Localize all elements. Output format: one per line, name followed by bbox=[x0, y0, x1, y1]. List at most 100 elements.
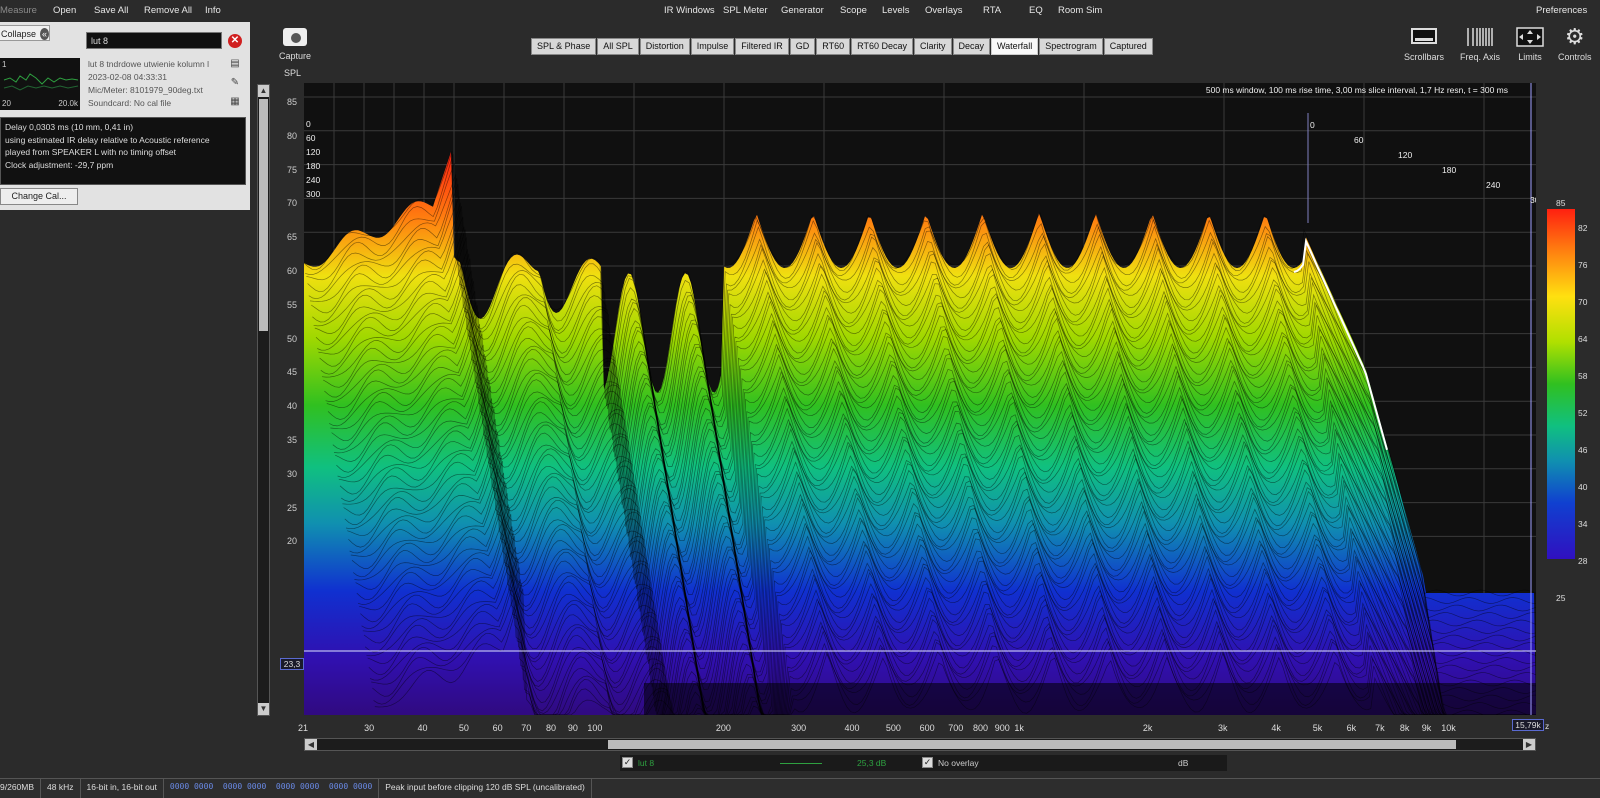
tab-decay[interactable]: Decay bbox=[952, 38, 991, 55]
vertical-scrollbar[interactable]: ▲ ▼ bbox=[257, 84, 270, 716]
menu-room-sim[interactable]: Room Sim bbox=[1058, 5, 1102, 16]
measurement-thumbnail[interactable]: 1 20 20.0k bbox=[0, 58, 80, 110]
menu-eq[interactable]: EQ bbox=[1029, 5, 1043, 16]
trace-name: lut 8 bbox=[638, 758, 655, 768]
y-tick-label: 30 bbox=[287, 468, 298, 479]
horizontal-scrollbar[interactable]: ◀ ▶ bbox=[304, 738, 1536, 751]
gear-icon: ⚙ bbox=[1564, 24, 1585, 49]
menu-measure[interactable]: Measure bbox=[0, 5, 37, 16]
x-tick-label: 90 bbox=[567, 723, 578, 733]
measurement-name-input[interactable] bbox=[86, 32, 222, 49]
tab-captured[interactable]: Captured bbox=[1103, 38, 1153, 55]
menu-ir-windows[interactable]: IR Windows bbox=[664, 5, 715, 16]
tab-filtered-ir[interactable]: Filtered IR bbox=[735, 38, 789, 55]
delay-line: Delay 0,0303 ms (10 mm, 0,41 in) bbox=[5, 122, 134, 132]
measurement-soundcard: Soundcard: No cal file bbox=[88, 98, 172, 108]
time-axis-label: 180 bbox=[306, 161, 321, 171]
capture-button[interactable]: Capture bbox=[275, 28, 315, 64]
camera-icon bbox=[283, 28, 307, 46]
overlay-checkbox[interactable]: ✓ bbox=[922, 757, 933, 768]
scroll-up-icon[interactable]: ▲ bbox=[258, 85, 269, 97]
waterfall-surface bbox=[304, 152, 1536, 715]
x-tick-label: 500 bbox=[885, 723, 901, 733]
tab-distortion[interactable]: Distortion bbox=[639, 38, 690, 55]
menu-overlays[interactable]: Overlays bbox=[925, 5, 962, 16]
scale-tick-label: 52 bbox=[1578, 408, 1588, 418]
menu-open[interactable]: Open bbox=[53, 5, 76, 16]
controls-label: Controls bbox=[1558, 52, 1592, 62]
y-tick-label: 60 bbox=[287, 266, 298, 276]
tab-spectrogram[interactable]: Spectrogram bbox=[1039, 38, 1103, 55]
scrollbars-icon bbox=[1409, 26, 1439, 48]
x-tick-label: 400 bbox=[844, 723, 860, 733]
y-tick-label: 55 bbox=[287, 299, 298, 310]
waterfall-floor bbox=[644, 683, 1536, 715]
waterfall-plot[interactable]: 500 ms window, 100 ms rise time, 3,00 ms… bbox=[304, 83, 1536, 715]
freq-axis-button[interactable]: Freq. Axis bbox=[1460, 26, 1500, 62]
y-tick-label: 65 bbox=[287, 232, 298, 243]
tab-impulse[interactable]: Impulse bbox=[690, 38, 735, 55]
time-axis-label: 60 bbox=[306, 133, 316, 143]
save-icon[interactable]: ▤ bbox=[229, 58, 241, 70]
tab-clarity[interactable]: Clarity bbox=[913, 38, 952, 55]
menu-scope[interactable]: Scope bbox=[840, 5, 867, 16]
collapse-label: Collapse bbox=[1, 29, 37, 39]
tab-rt60[interactable]: RT60 bbox=[816, 38, 851, 55]
tab-spl-phase[interactable]: SPL & Phase bbox=[531, 38, 597, 55]
peak-input-status: Peak input before clipping 120 dB SPL (u… bbox=[379, 779, 592, 798]
delay-info-box: Delay 0,0303 ms (10 mm, 0,41 in) using e… bbox=[0, 117, 246, 185]
level-meter: 0000 0000 bbox=[275, 782, 320, 791]
tab-waterfall[interactable]: Waterfall bbox=[991, 38, 1039, 55]
scale-tick-label: 25 bbox=[1556, 593, 1566, 603]
x-tick-label: 2k bbox=[1142, 723, 1153, 733]
freq-axis-icon bbox=[1465, 26, 1495, 48]
top-menu-bar: Measure Open Save All Remove All Info IR… bbox=[0, 0, 1600, 22]
menu-remove-all[interactable]: Remove All bbox=[144, 5, 192, 16]
notes-icon[interactable]: ▦ bbox=[229, 96, 241, 108]
overlay-name: No overlay bbox=[938, 758, 979, 768]
menu-info[interactable]: Info bbox=[205, 5, 221, 16]
menu-generator[interactable]: Generator bbox=[781, 5, 824, 16]
menu-rta[interactable]: RTA bbox=[983, 5, 1001, 16]
y-tick-label: 85 bbox=[287, 97, 298, 107]
scroll-right-icon[interactable]: ▶ bbox=[1523, 739, 1535, 750]
menu-spl-meter[interactable]: SPL Meter bbox=[723, 5, 768, 16]
vertical-scroll-thumb[interactable] bbox=[259, 99, 268, 331]
tab-gd[interactable]: GD bbox=[789, 38, 816, 55]
waterfall-info: 500 ms window, 100 ms rise time, 3,00 ms… bbox=[1205, 85, 1508, 95]
scrollbars-label: Scrollbars bbox=[1404, 52, 1445, 62]
tab-rt60-decay[interactable]: RT60 Decay bbox=[851, 38, 913, 55]
pencil-icon[interactable]: ✎ bbox=[229, 77, 241, 89]
delay-line: played from SPEAKER L with no timing off… bbox=[5, 147, 177, 157]
y-tick-label: 80 bbox=[287, 130, 298, 141]
time-axis-label: 0 bbox=[1310, 120, 1315, 130]
limits-button[interactable]: Limits bbox=[1515, 26, 1545, 62]
scrollbars-button[interactable]: Scrollbars bbox=[1404, 26, 1444, 62]
menu-save-all[interactable]: Save All bbox=[94, 5, 128, 16]
x-tick-label: 70 bbox=[521, 723, 532, 733]
time-axis-label: 300 bbox=[1530, 195, 1536, 205]
measurement-date: 2023-02-08 04:33:31 bbox=[88, 72, 167, 82]
scale-tick-label: 82 bbox=[1578, 223, 1588, 233]
x-tick-label: 9k bbox=[1421, 723, 1432, 733]
controls-button[interactable]: ⚙ Controls bbox=[1558, 24, 1592, 63]
level-meter: 0000 0000 bbox=[328, 782, 373, 791]
collapse-button[interactable]: Collapse « bbox=[0, 25, 50, 41]
tab-all-spl[interactable]: All SPL bbox=[597, 38, 639, 55]
close-icon[interactable]: ✕ bbox=[228, 34, 242, 48]
change-cal-button[interactable]: Change Cal... bbox=[0, 188, 78, 205]
scroll-down-icon[interactable]: ▼ bbox=[258, 703, 269, 715]
scale-tick-label: 58 bbox=[1578, 371, 1588, 381]
waterfall-graphic bbox=[304, 83, 1536, 715]
y-tick-label: 35 bbox=[287, 435, 298, 445]
trace-checkbox[interactable]: ✓ bbox=[622, 757, 633, 768]
x-tick-label: 6k bbox=[1346, 723, 1357, 733]
menu-levels[interactable]: Levels bbox=[882, 5, 909, 16]
menu-preferences[interactable]: Preferences bbox=[1536, 5, 1587, 16]
x-tick-label: 40 bbox=[417, 723, 428, 733]
x-tick-label: 200 bbox=[715, 723, 731, 733]
scroll-left-icon[interactable]: ◀ bbox=[305, 739, 317, 750]
memory-usage: 9/260MB bbox=[0, 779, 42, 798]
horizontal-scroll-thumb[interactable] bbox=[608, 740, 1456, 749]
y-axis-label: SPL bbox=[284, 68, 302, 78]
